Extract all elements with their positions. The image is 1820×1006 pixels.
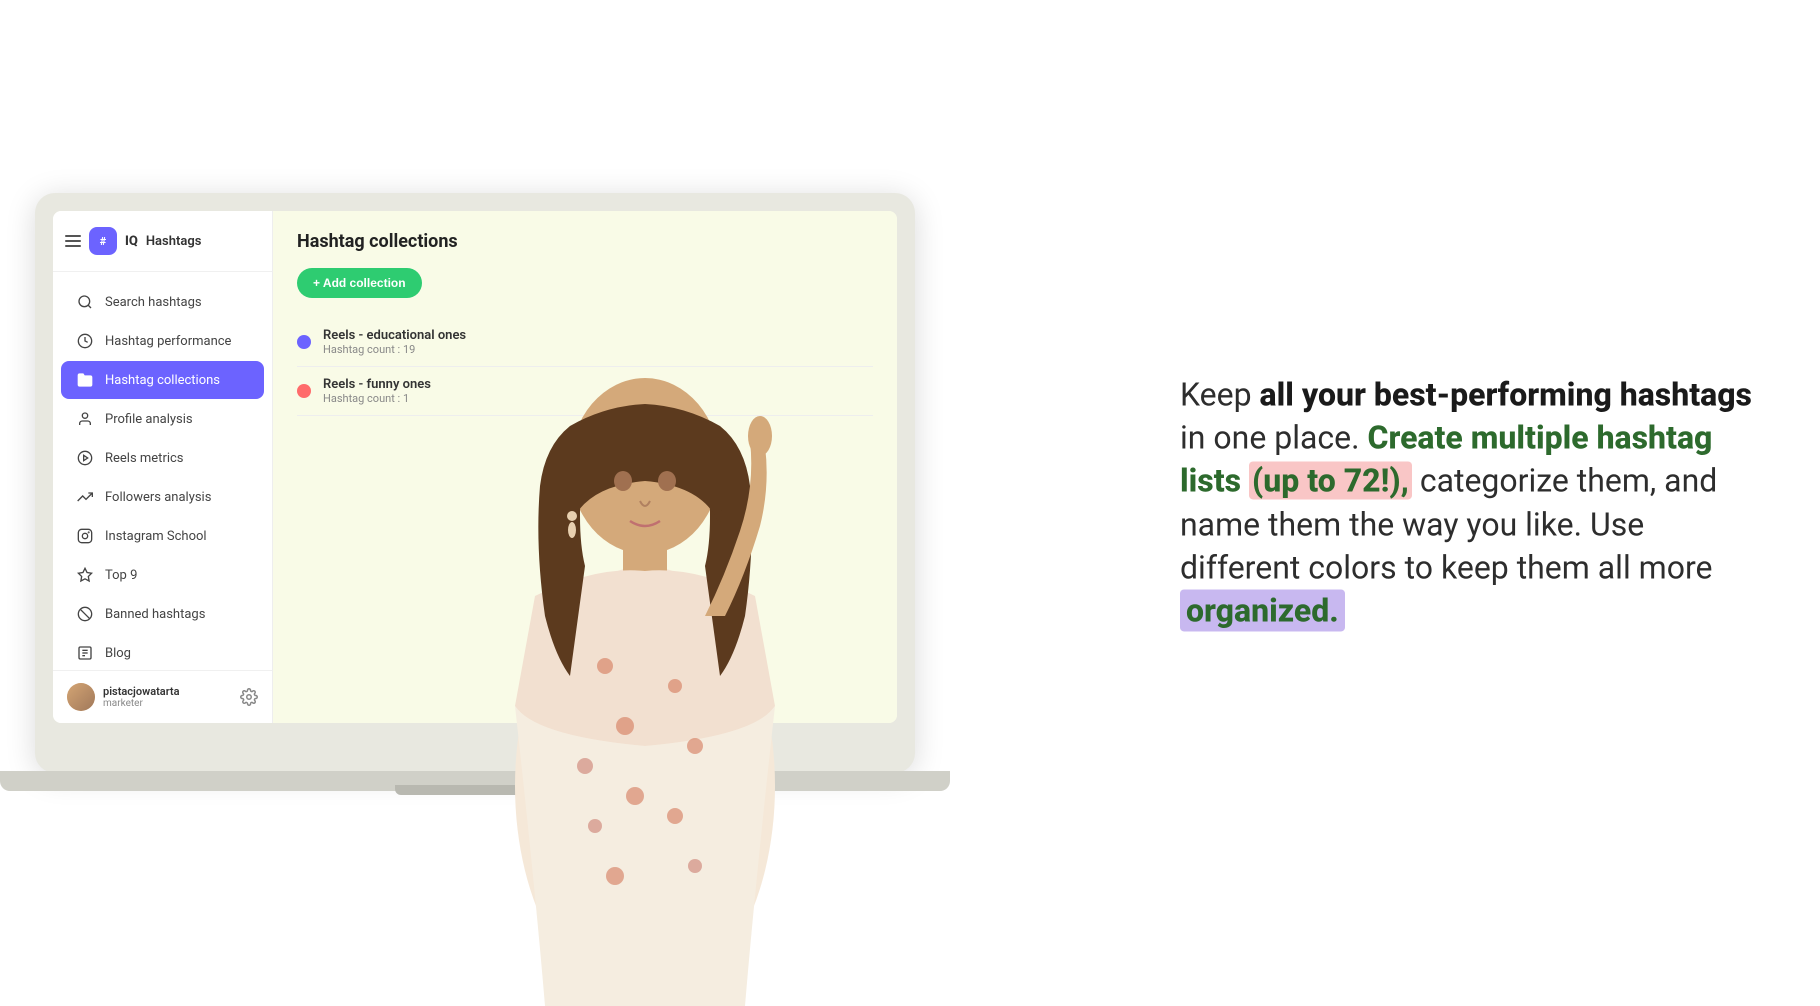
instagram-icon (75, 526, 95, 546)
sidebar-item-instagram-school-label: Instagram School (105, 529, 207, 544)
sidebar-item-followers-analysis[interactable]: Followers analysis (61, 478, 264, 516)
sidebar-item-blog-label: Blog (105, 646, 131, 661)
settings-icon[interactable] (240, 688, 258, 706)
collection-color-dot-2 (297, 384, 311, 398)
collection-name-2: Reels - funny ones (323, 377, 431, 392)
newspaper-icon (75, 643, 95, 663)
folder-icon (75, 370, 95, 390)
user-name: pistacjowatarta (103, 685, 232, 698)
right-content: Keep all your best-performing hashtags i… (1180, 373, 1760, 632)
sidebar-item-top9[interactable]: Top 9 (61, 556, 264, 594)
app-sidebar: # IQ Hashtags Search hashtags (53, 211, 273, 723)
search-icon (75, 292, 95, 312)
collection-info-2: Reels - funny ones Hashtag count : 1 (323, 377, 431, 405)
sidebar-item-blog[interactable]: Blog (61, 634, 264, 670)
sidebar-item-reels-metrics[interactable]: Reels metrics (61, 439, 264, 477)
sidebar-item-profile-analysis-label: Profile analysis (105, 412, 193, 427)
sidebar-item-banned-hashtags-label: Banned hashtags (105, 607, 205, 622)
sidebar-item-banned-hashtags[interactable]: Banned hashtags (61, 595, 264, 633)
ban-icon (75, 604, 95, 624)
logo-iq: IQ (125, 234, 138, 249)
sidebar-item-search[interactable]: Search hashtags (61, 283, 264, 321)
logo-badge: # (89, 227, 117, 255)
sidebar-item-profile-analysis[interactable]: Profile analysis (61, 400, 264, 438)
hamburger-icon[interactable] (65, 235, 81, 247)
sidebar-footer: pistacjowatarta marketer (53, 670, 272, 723)
add-collection-button[interactable]: + Add collection (297, 268, 422, 298)
user-info: pistacjowatarta marketer (103, 685, 232, 709)
user-role: marketer (103, 698, 232, 709)
avatar (67, 683, 95, 711)
sidebar-item-reels-metrics-label: Reels metrics (105, 451, 184, 466)
video-icon (75, 448, 95, 468)
sidebar-item-followers-analysis-label: Followers analysis (105, 490, 211, 505)
page-title: Hashtag collections (297, 231, 873, 252)
chart-icon (75, 331, 95, 351)
collection-color-dot-1 (297, 335, 311, 349)
right-text-bold1: all your best-performing hashtags (1260, 375, 1752, 413)
right-text-in-one: in one place. (1180, 419, 1367, 457)
person-image (420, 256, 870, 1006)
sidebar-nav: Search hashtags Hashtag performance (53, 272, 272, 670)
sidebar-item-hashtag-collections-label: Hashtag collections (105, 373, 220, 388)
sidebar-item-hashtag-performance-label: Hashtag performance (105, 334, 231, 349)
right-text-up-to: (up to 72!), (1249, 462, 1412, 500)
laptop-container: # IQ Hashtags Search hashtags (0, 0, 950, 1006)
page-container: # IQ Hashtags Search hashtags (0, 0, 1820, 1006)
collection-count-2: Hashtag count : 1 (323, 392, 431, 405)
sidebar-item-hashtag-collections[interactable]: Hashtag collections (61, 361, 264, 399)
sidebar-item-hashtag-performance[interactable]: Hashtag performance (61, 322, 264, 360)
logo-hashtags: Hashtags (146, 234, 202, 249)
sidebar-item-instagram-school[interactable]: Instagram School (61, 517, 264, 555)
star-icon (75, 565, 95, 585)
sidebar-header: # IQ Hashtags (53, 211, 272, 272)
right-text-organized: organized. (1180, 589, 1345, 631)
person-silhouette (455, 286, 835, 1006)
trending-icon (75, 487, 95, 507)
right-text-keep: Keep (1180, 375, 1260, 413)
sidebar-item-top9-label: Top 9 (105, 568, 137, 583)
sidebar-item-search-label: Search hashtags (105, 295, 202, 310)
user-icon (75, 409, 95, 429)
